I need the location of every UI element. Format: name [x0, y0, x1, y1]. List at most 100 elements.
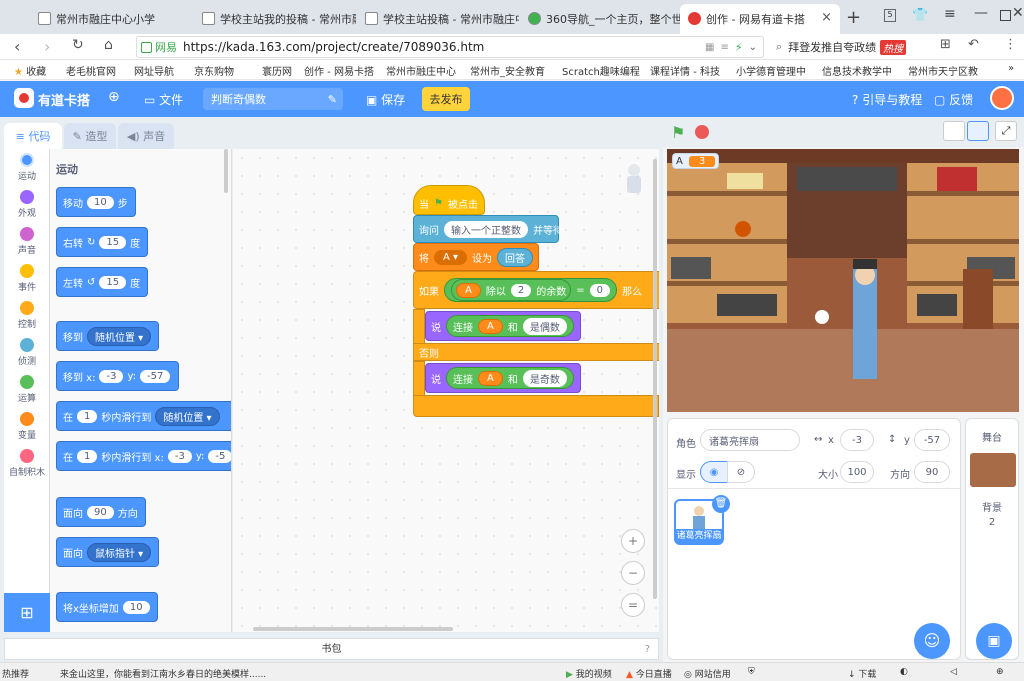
block-turn-left[interactable]: 左转 ↺ 15 度: [56, 267, 149, 297]
answer-reporter[interactable]: 回答: [497, 247, 534, 267]
variable-a-reporter[interactable]: A: [478, 370, 503, 386]
undo-close-icon[interactable]: ↶: [968, 37, 979, 52]
fullscreen-icon[interactable]: ⤢: [995, 121, 1017, 141]
game-icon[interactable]: ◐: [900, 667, 908, 677]
status-news-link[interactable]: 来金山这里，你能看到江南水乡春日的绝美模样......: [60, 667, 266, 680]
bookmark-more-button[interactable]: »: [1008, 63, 1014, 74]
status-recommend[interactable]: 热推荐: [2, 667, 29, 680]
hot-badge[interactable]: 热搜: [880, 39, 907, 55]
block-set-variable[interactable]: 将A ▾ 设为 回答: [413, 243, 539, 271]
tab-costume[interactable]: ✎ 造型: [64, 123, 116, 149]
mute-icon[interactable]: ◁: [950, 667, 957, 677]
shield-icon[interactable]: ⛨: [748, 667, 755, 677]
backdrop-thumbnail[interactable]: [970, 453, 1016, 487]
bookmark-item[interactable]: 网址导航: [134, 63, 174, 78]
secs-input[interactable]: 1: [77, 409, 98, 423]
category-my-blocks[interactable]: 自制积木: [4, 449, 50, 478]
zoom-icon[interactable]: ⊕: [996, 667, 1004, 677]
small-stage-icon[interactable]: [943, 121, 965, 141]
browser-tab[interactable]: 学校主站投稿 - 常州市融庄中: [357, 4, 519, 34]
join-operator[interactable]: 连接 A 和是奇数: [446, 367, 574, 389]
block-if-else[interactable]: 如果 A 除以 2 的余数 = 0 那么: [413, 271, 659, 309]
compare-input[interactable]: 0: [589, 283, 610, 297]
add-backdrop-icon[interactable]: ▣: [976, 623, 1012, 659]
tab-sound[interactable]: ◀) 声音: [118, 123, 174, 149]
stop-icon[interactable]: [695, 125, 709, 139]
x-input[interactable]: -3: [840, 429, 874, 451]
browser-tab[interactable]: 360导航_一个主页，整个世界: [520, 4, 680, 34]
more-icon[interactable]: ⋮: [1004, 37, 1017, 52]
logo-text[interactable]: 有道卡搭: [38, 90, 90, 109]
y-input[interactable]: -57: [140, 369, 171, 383]
speed-icon[interactable]: ⚡: [735, 41, 743, 54]
new-tab-button[interactable]: +: [846, 7, 861, 28]
divisor-input[interactable]: 2: [510, 283, 532, 297]
equals-operator[interactable]: A 除以 2 的余数 = 0: [444, 278, 617, 302]
zoom-in-icon[interactable]: +: [621, 529, 645, 553]
maximize-icon[interactable]: [1000, 10, 1011, 21]
category-sensing[interactable]: 侦测: [4, 338, 50, 367]
block-point-towards[interactable]: 面向 鼠标指针 ▾: [56, 537, 160, 567]
search-text[interactable]: 拜登发推自夸政绩: [788, 39, 876, 55]
bookmark-item[interactable]: 课程详情 - 科技: [650, 63, 728, 78]
qr-icon[interactable]: ▦: [705, 42, 714, 53]
direction-input[interactable]: 90: [914, 461, 950, 483]
bookmark-item[interactable]: 常州市天宁区教: [908, 63, 1000, 78]
category-operators[interactable]: 运算: [4, 375, 50, 404]
mod-operator[interactable]: A 除以 2 的余数: [451, 279, 572, 301]
bookmark-item[interactable]: 常州市融庄中心: [386, 63, 458, 78]
url-bar[interactable]: 网易 https://kada.163.com/project/create/7…: [136, 36, 764, 58]
back-icon[interactable]: ‹: [14, 37, 20, 56]
minimize-icon[interactable]: —: [974, 5, 988, 21]
help-icon[interactable]: ?: [645, 639, 650, 661]
steps-input[interactable]: 10: [87, 195, 114, 209]
block-say-even[interactable]: 说连接 A 和是偶数: [425, 311, 581, 341]
download-button[interactable]: ↓ 下载: [848, 667, 876, 680]
globe-icon[interactable]: ⊕: [108, 89, 120, 105]
forward-icon[interactable]: ›: [44, 37, 50, 56]
zoom-reset-icon[interactable]: =: [621, 593, 645, 617]
block-say-odd[interactable]: 说连接 A 和是奇数: [425, 363, 581, 393]
bookmark-item[interactable]: 寰历网: [262, 63, 292, 78]
category-control[interactable]: 控制: [4, 301, 50, 330]
browser-tab[interactable]: 常州市融庄中心小学: [30, 4, 193, 34]
y-input[interactable]: -5: [208, 449, 231, 463]
browser-tab[interactable]: 学校主站我的投稿 - 常州市融: [194, 4, 356, 34]
bookmark-item[interactable]: 小学德育管理中: [736, 63, 816, 78]
shirt-skin-icon[interactable]: 👕: [912, 8, 928, 23]
menu-icon[interactable]: ≡: [944, 6, 956, 22]
block-turn-right[interactable]: 右转 ↻ 15 度: [56, 227, 149, 257]
guide-button[interactable]: ? 引导与教程: [852, 91, 922, 108]
category-looks[interactable]: 外观: [4, 190, 50, 219]
tab-code[interactable]: ≡ 代码: [4, 123, 62, 149]
change-x-input[interactable]: 10: [122, 600, 150, 614]
block-goto[interactable]: 移到 随机位置 ▾: [56, 321, 160, 351]
live-button[interactable]: ▲ 今日直播: [626, 667, 672, 680]
bookmark-item[interactable]: 创作 - 网易卡搭: [304, 63, 378, 78]
block-change-x[interactable]: 将x坐标增加 10: [56, 592, 158, 622]
even-text-input[interactable]: 是偶数: [522, 317, 567, 335]
zoom-out-icon[interactable]: −: [621, 561, 645, 585]
degrees-input[interactable]: 15: [99, 275, 127, 289]
file-menu[interactable]: ▭ 文件: [144, 91, 183, 108]
block-ask-and-wait[interactable]: 询问 输入一个正整数 并等待: [413, 215, 563, 243]
add-sprite-icon[interactable]: ☺: [914, 623, 950, 659]
x-input[interactable]: -3: [99, 369, 124, 383]
my-video-button[interactable]: ▶ 我的视频: [566, 667, 612, 680]
bookmark-item[interactable]: 京东购物: [194, 63, 234, 78]
ask-question-input[interactable]: 输入一个正整数: [444, 220, 528, 238]
reload-icon[interactable]: ↻: [72, 37, 84, 53]
variable-a-reporter[interactable]: A: [478, 318, 503, 334]
category-variables[interactable]: 变量: [4, 412, 50, 441]
variable-monitor[interactable]: A3: [672, 153, 720, 169]
add-extension-button[interactable]: ⊞: [4, 593, 50, 632]
goto-menu[interactable]: 随机位置 ▾: [87, 326, 152, 346]
tab-count-icon[interactable]: 5: [884, 9, 896, 22]
hide-eye-icon[interactable]: ⊘: [727, 461, 755, 483]
palette-scrollbar[interactable]: [224, 149, 228, 193]
home-icon[interactable]: ⌂: [104, 37, 113, 53]
bookmark-item[interactable]: 常州市_安全教育: [470, 63, 550, 78]
close-window-icon[interactable]: ✕: [1012, 5, 1024, 21]
glide-menu[interactable]: 随机位置 ▾: [155, 406, 220, 426]
odd-text-input[interactable]: 是奇数: [522, 369, 567, 387]
